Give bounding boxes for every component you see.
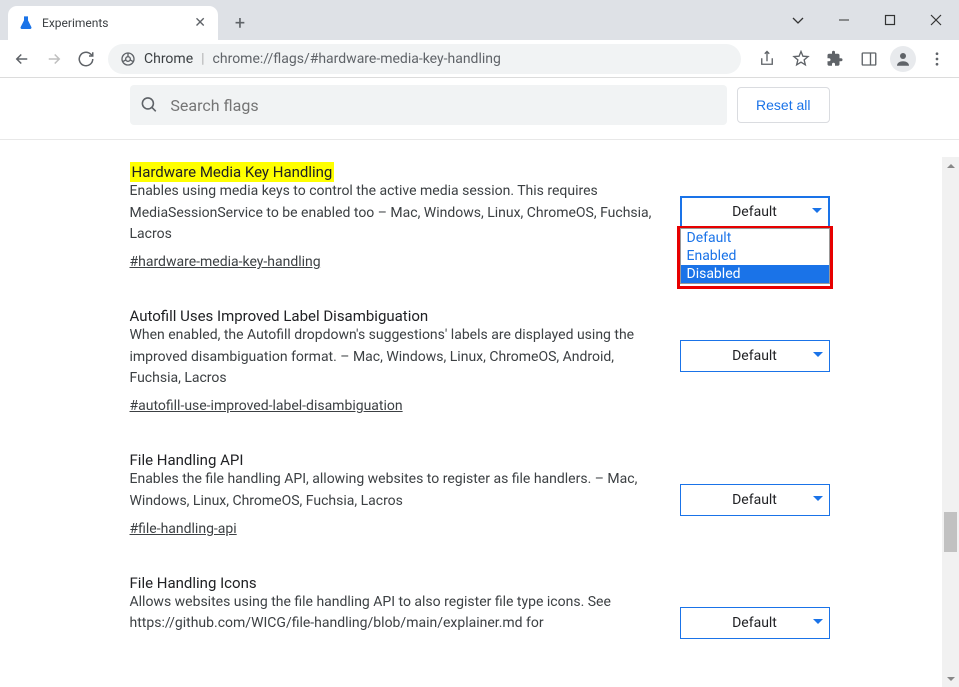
- dropdown-option[interactable]: Disabled: [681, 265, 829, 283]
- new-tab-button[interactable]: +: [226, 9, 254, 37]
- flag-select-value: Default: [732, 204, 777, 220]
- dropdown-option[interactable]: Enabled: [681, 247, 829, 265]
- flag-title: Hardware Media Key Handling: [130, 162, 335, 182]
- titlebar: Experiments ✕ +: [0, 0, 959, 40]
- flag-item: Hardware Media Key HandlingEnables using…: [130, 162, 830, 270]
- close-window-button[interactable]: [913, 5, 959, 35]
- flag-select[interactable]: Default: [680, 340, 830, 372]
- flag-anchor-link[interactable]: #autofill-use-improved-label-disambiguat…: [130, 398, 403, 414]
- flag-select-dropdown: DefaultEnabledDisabled: [680, 228, 830, 284]
- flag-description: Allows websites using the file handling …: [130, 592, 660, 635]
- url-text: chrome://flags/#hardware-media-key-handl…: [213, 51, 501, 67]
- flag-select[interactable]: Default: [680, 607, 830, 639]
- forward-button[interactable]: [38, 43, 70, 75]
- caret-down-icon[interactable]: [775, 5, 821, 35]
- flag-select[interactable]: Default: [680, 196, 830, 228]
- sidepanel-icon[interactable]: [853, 43, 885, 75]
- scroll-up-arrow[interactable]: [942, 157, 959, 174]
- dropdown-option[interactable]: Default: [681, 229, 829, 247]
- url-scheme-label: Chrome: [144, 51, 193, 67]
- flag-select-value: Default: [732, 492, 777, 508]
- address-bar[interactable]: Chrome | chrome://flags/#hardware-media-…: [108, 44, 741, 74]
- extensions-icon[interactable]: [819, 43, 851, 75]
- flag-select-value: Default: [732, 615, 777, 631]
- maximize-button[interactable]: [867, 5, 913, 35]
- search-icon: [140, 95, 159, 115]
- url-separator: |: [201, 51, 204, 67]
- browser-toolbar: Chrome | chrome://flags/#hardware-media-…: [0, 40, 959, 78]
- flag-item: File Handling APIEnables the file handli…: [130, 450, 830, 536]
- chrome-icon: [120, 51, 136, 67]
- chevron-down-icon: [813, 615, 823, 631]
- tab-title: Experiments: [42, 16, 109, 30]
- flask-icon: [18, 15, 34, 31]
- flag-title: File Handling Icons: [130, 574, 257, 592]
- flag-anchor-link[interactable]: #file-handling-api: [130, 521, 237, 537]
- back-button[interactable]: [6, 43, 38, 75]
- share-icon[interactable]: [751, 43, 783, 75]
- chevron-down-icon: [813, 492, 823, 508]
- flag-title: Autofill Uses Improved Label Disambiguat…: [130, 307, 429, 325]
- flag-item: File Handling IconsAllows websites using…: [130, 573, 830, 640]
- flag-title: File Handling API: [130, 451, 244, 469]
- chevron-down-icon: [813, 348, 823, 364]
- scroll-down-arrow[interactable]: [942, 670, 959, 687]
- flag-select[interactable]: Default: [680, 484, 830, 516]
- flag-description: Enables using media keys to control the …: [130, 181, 660, 246]
- minimize-button[interactable]: [821, 5, 867, 35]
- browser-tab[interactable]: Experiments ✕: [8, 6, 218, 40]
- search-flags-input[interactable]: [170, 96, 717, 115]
- divider: [0, 139, 959, 140]
- flag-select-value: Default: [732, 348, 777, 364]
- reset-all-button[interactable]: Reset all: [737, 87, 829, 123]
- flag-anchor-link[interactable]: #hardware-media-key-handling: [130, 254, 321, 270]
- window-controls: [775, 4, 959, 36]
- chevron-down-icon: [812, 204, 822, 220]
- page-content: Reset all Hardware Media Key HandlingEna…: [0, 79, 959, 687]
- flag-description: When enabled, the Autofill dropdown's su…: [130, 325, 660, 390]
- avatar-icon: [890, 46, 916, 72]
- flag-item: Autofill Uses Improved Label Disambiguat…: [130, 306, 830, 414]
- profile-button[interactable]: [887, 43, 919, 75]
- menu-icon[interactable]: [921, 43, 953, 75]
- search-flags-box[interactable]: [130, 85, 728, 125]
- scrollbar-thumb[interactable]: [944, 512, 957, 552]
- close-tab-icon[interactable]: ✕: [192, 15, 208, 31]
- flag-description: Enables the file handling API, allowing …: [130, 469, 660, 512]
- bookmark-icon[interactable]: [785, 43, 817, 75]
- reload-button[interactable]: [70, 43, 102, 75]
- vertical-scrollbar[interactable]: [942, 157, 959, 687]
